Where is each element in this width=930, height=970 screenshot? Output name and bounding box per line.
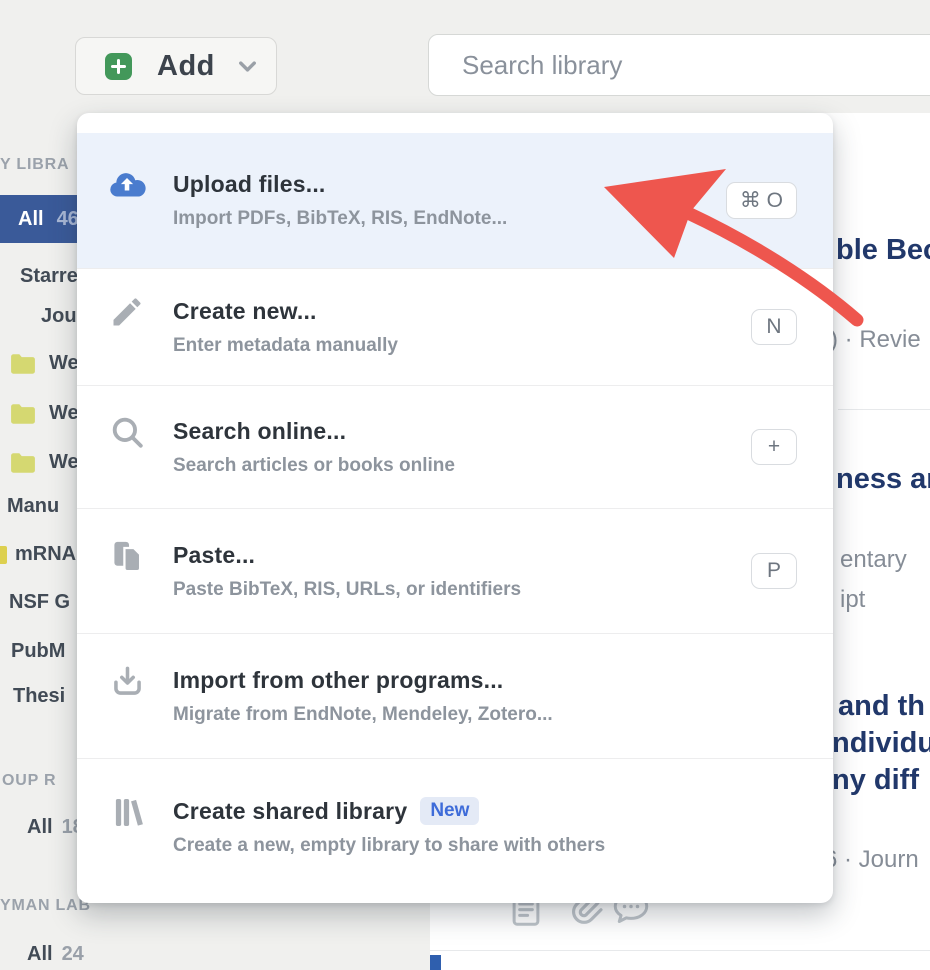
shortcut-badge: N [751,309,797,345]
label-color-chip [0,546,7,564]
sidebar-item-group-all[interactable]: All18 [27,816,84,839]
list-divider [838,409,930,410]
paper-title-fragment: ness an [836,463,930,496]
sidebar-item-manuscripts[interactable]: Manu [7,495,59,518]
paper-meta-fragment: entary [840,546,907,574]
plus-icon [105,53,132,80]
sidebar-section-lab: YMAN LAB [0,897,91,915]
sidebar-item-label: All [18,208,44,231]
sidebar-folder[interactable]: We [10,352,79,375]
selected-row-indicator [430,955,441,970]
menu-item-title: Paste... [173,542,521,569]
folder-icon [10,403,36,425]
paper-meta-fragment: ipt [840,586,865,614]
pencil-icon [105,294,149,330]
menu-item-subtitle: Search articles or books online [173,455,455,477]
clipboard-icon [105,538,149,575]
app-window: Y LIBRA All 46 Starre Journ We We We Man… [0,0,930,970]
add-button-label: Add [157,50,215,83]
shortcut-badge: P [751,553,797,589]
sidebar-item-starred[interactable]: Starre [20,265,78,288]
chevron-down-icon [234,53,261,80]
menu-item-upload-files[interactable]: Upload files... Import PDFs, BibTeX, RIS… [77,133,833,268]
menu-item-subtitle: Create a new, empty library to share wit… [173,835,605,857]
sidebar-folder[interactable]: We [10,402,79,425]
shortcut-badge: ⌘ O [726,182,797,219]
menu-item-subtitle: Paste BibTeX, RIS, URLs, or identifiers [173,579,521,601]
search-icon [105,414,149,451]
paper-meta-fragment: ) · Revie [830,326,921,354]
menu-item-subtitle: Migrate from EndNote, Mendeley, Zotero..… [173,704,553,726]
menu-item-title: Search online... [173,418,455,445]
sidebar-item-count: 24 [62,943,84,965]
menu-item-create-shared-library[interactable]: Create shared library New Create a new, … [77,758,833,895]
folder-icon [10,353,36,375]
menu-item-import-programs[interactable]: Import from other programs... Migrate fr… [77,633,833,758]
shortcut-badge: + [751,429,797,465]
menu-item-create-new[interactable]: Create new... Enter metadata manually N [77,268,833,385]
search-input[interactable] [429,35,930,95]
menu-item-subtitle: Enter metadata manually [173,335,398,357]
menu-item-search-online[interactable]: Search online... Search articles or book… [77,385,833,508]
add-dropdown-menu: Upload files... Import PDFs, BibTeX, RIS… [77,113,833,903]
sidebar-item-pubmed[interactable]: PubM [11,640,65,663]
search-library-box [428,34,930,96]
menu-item-subtitle: Import PDFs, BibTeX, RIS, EndNote... [173,208,507,230]
sidebar-item-lab-all[interactable]: All 24 [27,943,84,966]
sidebar-item-thesis[interactable]: Thesi [13,685,65,708]
sidebar-section-my-library: Y LIBRA [0,156,69,174]
library-books-icon [105,794,149,830]
menu-item-title: Import from other programs... [173,667,553,694]
cloud-upload-icon [105,165,149,207]
folder-icon [10,452,36,474]
sidebar-folder-label: We [49,451,79,474]
menu-item-title: Create new... [173,298,398,325]
new-badge: New [420,797,479,825]
sidebar-item-mrna[interactable]: mRNA [15,543,76,566]
sidebar-folder-label: We [49,352,79,375]
sidebar-item-label: All [27,943,53,965]
paper-title-fragment: ny diff [832,764,919,797]
menu-item-title: Create shared library [173,798,407,825]
sidebar-section-group: OUP R [2,772,56,790]
menu-item-title: Upload files... [173,171,507,198]
sidebar-folder[interactable]: We [10,451,79,474]
add-button[interactable]: Add [75,37,277,95]
paper-title-fragment: ble Bec [836,234,930,267]
sidebar-folder-label: We [49,402,79,425]
sidebar-item-count: 46 [57,208,79,231]
paper-meta-fragment: 6 · Journ [824,846,919,874]
sidebar-item-label: All [27,816,53,838]
list-divider [430,950,930,951]
sidebar-item-nsf-grant[interactable]: NSF G [9,591,70,614]
paper-title-fragment: ndividu [832,727,930,760]
menu-item-paste[interactable]: Paste... Paste BibTeX, RIS, URLs, or ide… [77,508,833,633]
paper-title-fragment: and th [838,690,925,723]
import-download-icon [105,663,149,700]
